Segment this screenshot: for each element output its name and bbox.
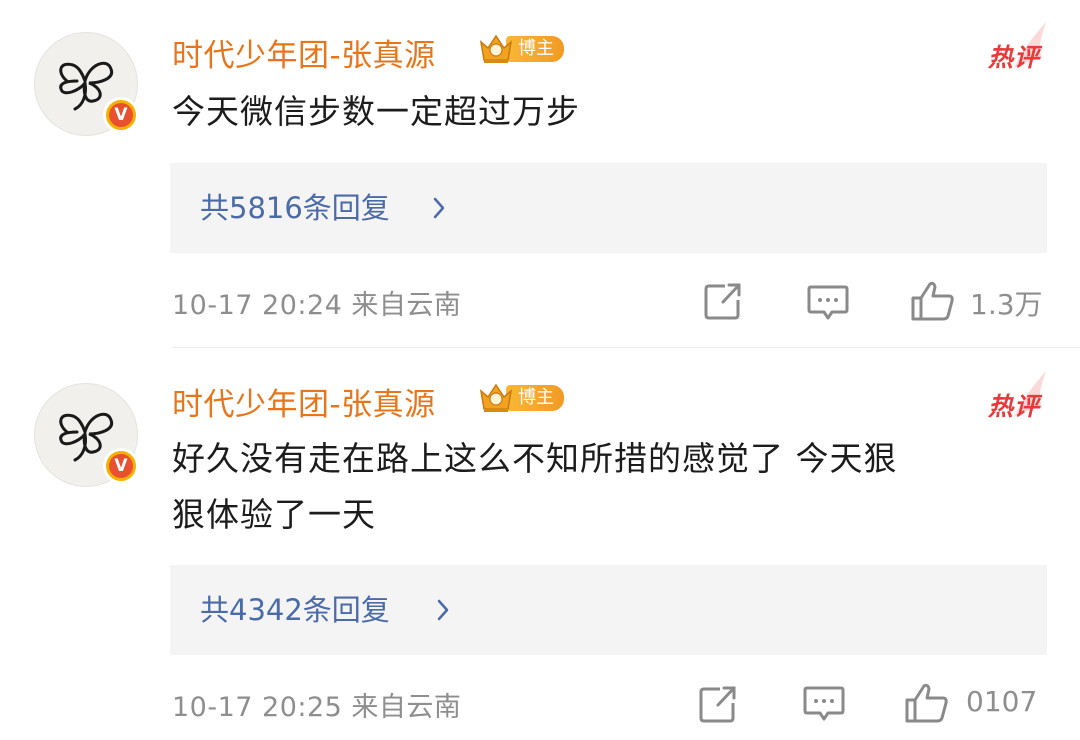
username[interactable]: 时代少年团-张真源: [172, 379, 436, 424]
like-count: 0107: [966, 685, 1038, 718]
share-icon[interactable]: [703, 282, 743, 320]
blogger-label: 博主: [506, 36, 564, 62]
like-count: 1.3万: [970, 288, 1043, 321]
view-replies-button[interactable]: 共4342条回复: [170, 565, 1047, 655]
blogger-label: 博主: [506, 385, 564, 411]
like-icon[interactable]: [910, 280, 956, 322]
username[interactable]: 时代少年团-张真源: [172, 30, 436, 75]
comment-item: V 时代少年团-张真源 博主 热评 好久没有走在路上这么不知所措的感觉了 今天狠…: [34, 347, 1080, 740]
hot-comment-label: 热评: [987, 392, 1040, 421]
chevron-right-icon: [433, 197, 445, 219]
comment-meta: 10-17 20:24 来自云南: [172, 290, 462, 321]
verified-badge: V: [103, 97, 139, 133]
comment-text: 好久没有走在路上这么不知所措的感觉了 今天狠 狠体验了一天: [172, 431, 1052, 543]
comment-icon[interactable]: [806, 284, 850, 322]
comment-text-line: 狠体验了一天: [172, 495, 376, 534]
comment-text-line: 好久没有走在路上这么不知所措的感觉了 今天狠: [172, 439, 898, 478]
crown-badge-icon: [479, 383, 513, 412]
crown-badge-icon: [479, 34, 513, 63]
comment-meta: 10-17 20:25 来自云南: [172, 692, 462, 723]
verified-v-icon: V: [109, 103, 133, 127]
comment-text: 今天微信步数一定超过万步: [172, 92, 580, 131]
view-replies-button[interactable]: 共5816条回复: [170, 163, 1047, 253]
replies-count: 共4342条回复: [200, 593, 390, 627]
like-icon[interactable]: [904, 682, 950, 724]
avatar[interactable]: V: [34, 32, 139, 136]
avatar[interactable]: V: [34, 383, 139, 487]
blogger-badge: 博主: [478, 383, 564, 412]
comment-icon[interactable]: [802, 685, 846, 723]
comment-item: V 时代少年团-张真源 博主 热评 今天微信步数一定超过万步 共5816条回复 …: [0, 0, 1080, 347]
blogger-badge: 博主: [478, 34, 564, 63]
hot-comment-label: 热评: [987, 43, 1040, 72]
replies-count: 共5816条回复: [200, 191, 390, 225]
verified-v-icon: V: [109, 454, 133, 478]
share-icon[interactable]: [698, 685, 738, 723]
chevron-right-icon: [437, 599, 449, 621]
verified-badge: V: [103, 448, 139, 484]
